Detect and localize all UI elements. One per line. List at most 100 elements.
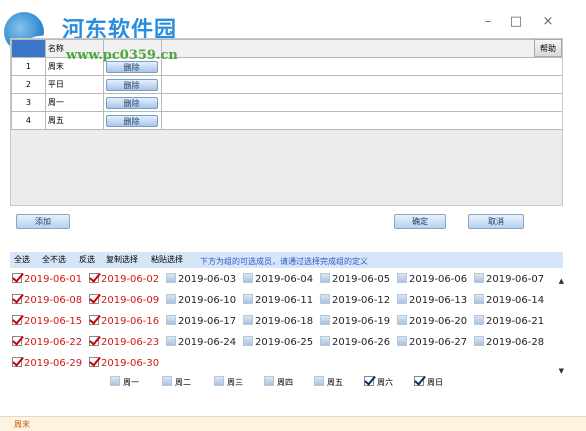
date-checkbox[interactable]: 2019-06-12 [320,293,390,309]
unchecked-box-icon[interactable] [474,294,484,304]
unchecked-box-icon[interactable] [166,336,176,346]
unchecked-box-icon[interactable] [243,294,253,304]
unchecked-box-icon[interactable] [474,273,484,283]
date-checkbox[interactable]: 2019-06-19 [320,314,390,330]
date-checkbox[interactable]: 2019-06-26 [320,335,390,351]
weekday-checkbox[interactable]: 周一 [110,376,139,390]
cancel-button[interactable]: 取消 [468,214,524,229]
date-checkbox[interactable]: 2019-06-30 [89,356,159,372]
date-checkbox[interactable]: 2019-06-11 [243,293,313,309]
weekday-checkbox[interactable]: 周三 [214,376,243,390]
unchecked-box-icon[interactable] [243,336,253,346]
weekday-checkbox[interactable]: 周六 [364,376,393,390]
date-checkbox[interactable]: 2019-06-15 [12,314,82,330]
date-checkbox[interactable]: 2019-06-29 [12,356,82,372]
checked-box-icon[interactable] [12,357,22,367]
checked-box-icon[interactable] [12,273,22,283]
unchecked-box-icon[interactable] [110,376,120,386]
select-none-button[interactable]: 全不选 [42,254,66,265]
checked-box-icon[interactable] [89,273,99,283]
date-checkbox[interactable]: 2019-06-08 [12,293,82,309]
checked-box-icon[interactable] [12,315,22,325]
date-checkbox[interactable]: 2019-06-07 [474,272,544,288]
checked-box-icon[interactable] [364,376,374,386]
weekday-label: 周一 [123,378,139,387]
delete-button[interactable]: 删除 [105,114,158,127]
delete-button[interactable]: 删除 [105,78,158,91]
maximize-button[interactable]: □ [506,14,526,30]
table-row[interactable]: 3 周一 删除 [11,93,562,112]
date-checkbox[interactable]: 2019-06-10 [166,293,236,309]
date-checkbox[interactable]: 2019-06-27 [397,335,467,351]
date-checkbox[interactable]: 2019-06-21 [474,314,544,330]
close-button[interactable]: × [538,14,558,30]
unchecked-box-icon[interactable] [397,273,407,283]
delete-button[interactable]: 删除 [105,96,158,109]
date-checkbox[interactable]: 2019-06-14 [474,293,544,309]
unchecked-box-icon[interactable] [314,376,324,386]
weekday-checkbox[interactable]: 周五 [314,376,343,390]
date-checkbox[interactable]: 2019-06-05 [320,272,390,288]
date-checkbox[interactable]: 2019-06-20 [397,314,467,330]
checked-box-icon[interactable] [89,294,99,304]
date-checkbox[interactable]: 2019-06-02 [89,272,159,288]
unchecked-box-icon[interactable] [397,294,407,304]
unchecked-box-icon[interactable] [162,376,172,386]
date-checkbox[interactable]: 2019-06-22 [12,335,82,351]
date-checkbox[interactable]: 2019-06-01 [12,272,82,288]
unchecked-box-icon[interactable] [320,315,330,325]
unchecked-box-icon[interactable] [397,315,407,325]
unchecked-box-icon[interactable] [214,376,224,386]
table-row[interactable]: 4 周五 删除 [11,111,562,130]
unchecked-box-icon[interactable] [320,273,330,283]
checked-box-icon[interactable] [89,357,99,367]
row-filler [160,75,562,94]
date-checkbox[interactable]: 2019-06-23 [89,335,159,351]
unchecked-box-icon[interactable] [264,376,274,386]
confirm-button[interactable]: 确定 [394,214,446,229]
scroll-down-icon[interactable]: ▼ [559,367,564,375]
row-name[interactable]: 周五 [44,111,104,130]
date-checkbox[interactable]: 2019-06-04 [243,272,313,288]
date-checkbox[interactable]: 2019-06-06 [397,272,467,288]
date-checkbox[interactable]: 2019-06-13 [397,293,467,309]
weekday-checkbox[interactable]: 周二 [162,376,191,390]
unchecked-box-icon[interactable] [166,294,176,304]
minimize-button[interactable]: – [478,14,498,30]
add-button[interactable]: 添加 [16,214,70,229]
date-checkbox[interactable]: 2019-06-17 [166,314,236,330]
unchecked-box-icon[interactable] [166,273,176,283]
unchecked-box-icon[interactable] [243,315,253,325]
copy-selection-button[interactable]: 复制选择 [106,254,138,265]
invert-selection-button[interactable]: 反选 [79,254,95,265]
date-checkbox[interactable]: 2019-06-18 [243,314,313,330]
date-checkbox[interactable]: 2019-06-16 [89,314,159,330]
unchecked-box-icon[interactable] [166,315,176,325]
checked-box-icon[interactable] [414,376,424,386]
checked-box-icon[interactable] [12,336,22,346]
date-checkbox[interactable]: 2019-06-03 [166,272,236,288]
date-checkbox[interactable]: 2019-06-09 [89,293,159,309]
row-header-corner[interactable] [11,39,46,58]
scroll-up-icon[interactable]: ▲ [559,277,564,285]
date-checkbox[interactable]: 2019-06-25 [243,335,313,351]
select-all-button[interactable]: 全选 [14,254,30,265]
unchecked-box-icon[interactable] [320,294,330,304]
unchecked-box-icon[interactable] [397,336,407,346]
unchecked-box-icon[interactable] [320,336,330,346]
paste-selection-button[interactable]: 粘贴选择 [151,254,183,265]
date-checkbox[interactable]: 2019-06-24 [166,335,236,351]
checked-box-icon[interactable] [89,315,99,325]
unchecked-box-icon[interactable] [474,315,484,325]
checked-box-icon[interactable] [89,336,99,346]
unchecked-box-icon[interactable] [243,273,253,283]
unchecked-box-icon[interactable] [474,336,484,346]
date-checkbox[interactable]: 2019-06-28 [474,335,544,351]
weekday-checkbox[interactable]: 周日 [414,376,443,390]
checked-box-icon[interactable] [12,294,22,304]
row-name[interactable]: 平日 [44,75,104,94]
row-name[interactable]: 周一 [44,93,104,112]
weekday-checkbox[interactable]: 周四 [264,376,293,390]
help-button[interactable]: 帮助 [534,39,562,57]
table-row[interactable]: 2 平日 删除 [11,75,562,94]
